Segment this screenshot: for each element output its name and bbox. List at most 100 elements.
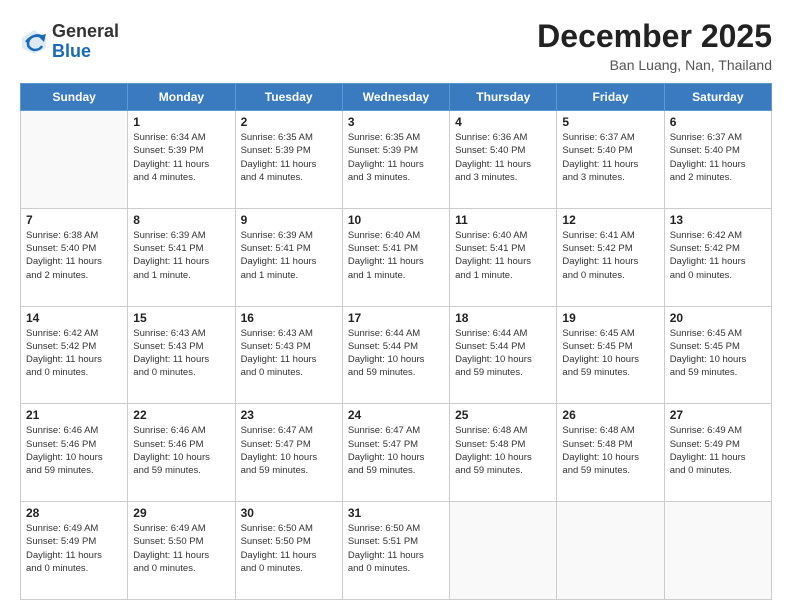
- day-number: 2: [241, 115, 337, 129]
- day-number: 17: [348, 311, 444, 325]
- day-info: Sunrise: 6:45 AMSunset: 5:45 PMDaylight:…: [670, 327, 766, 380]
- calendar-cell: [557, 502, 664, 600]
- day-info: Sunrise: 6:50 AMSunset: 5:50 PMDaylight:…: [241, 522, 337, 575]
- day-number: 27: [670, 408, 766, 422]
- day-number: 28: [26, 506, 122, 520]
- calendar-cell: 17Sunrise: 6:44 AMSunset: 5:44 PMDayligh…: [342, 306, 449, 404]
- day-number: 14: [26, 311, 122, 325]
- logo-icon: [20, 28, 48, 56]
- day-number: 7: [26, 213, 122, 227]
- day-number: 10: [348, 213, 444, 227]
- title-block: December 2025 Ban Luang, Nan, Thailand: [537, 18, 772, 73]
- calendar-cell: 29Sunrise: 6:49 AMSunset: 5:50 PMDayligh…: [128, 502, 235, 600]
- calendar-cell: 8Sunrise: 6:39 AMSunset: 5:41 PMDaylight…: [128, 208, 235, 306]
- calendar-cell: [21, 111, 128, 209]
- day-number: 30: [241, 506, 337, 520]
- calendar-week-3: 14 Sunrise: 6:42 AMSunset: 5:42 PMDayligh…: [21, 306, 772, 404]
- day-info: Sunrise: 6:35 AMSunset: 5:39 PMDaylight:…: [241, 131, 337, 184]
- day-info: Sunrise: 6:34 AMSunset: 5:39 PMDaylight:…: [133, 131, 229, 184]
- day-info: Sunrise: 6:41 AMSunset: 5:42 PMDaylight:…: [562, 229, 658, 282]
- day-number: 18: [455, 311, 551, 325]
- logo: General Blue: [20, 22, 119, 62]
- day-info: Sunrise: 6:42 AMSunset: 5:42 PMDaylight:…: [670, 229, 766, 282]
- day-number: 31: [348, 506, 444, 520]
- day-info: Sunrise: 6:45 AMSunset: 5:45 PMDaylight:…: [562, 327, 658, 380]
- day-number: 15: [133, 311, 229, 325]
- calendar-cell: 20 Sunrise: 6:45 AMSunset: 5:45 PMDayligh…: [664, 306, 771, 404]
- calendar-cell: 13 Sunrise: 6:42 AMSunset: 5:42 PMDayligh…: [664, 208, 771, 306]
- calendar-cell: 18 Sunrise: 6:44 AMSunset: 5:44 PMDayligh…: [450, 306, 557, 404]
- header: General Blue December 2025 Ban Luang, Na…: [20, 18, 772, 73]
- calendar-cell: 16 Sunrise: 6:43 AMSunset: 5:43 PMDayligh…: [235, 306, 342, 404]
- day-info: Sunrise: 6:39 AMSunset: 5:41 PMDaylight:…: [241, 229, 337, 282]
- calendar-cell: 3 Sunrise: 6:35 AMSunset: 5:39 PMDaylight…: [342, 111, 449, 209]
- day-info: Sunrise: 6:37 AMSunset: 5:40 PMDaylight:…: [670, 131, 766, 184]
- day-number: 21: [26, 408, 122, 422]
- calendar-cell: 15Sunrise: 6:43 AMSunset: 5:43 PMDayligh…: [128, 306, 235, 404]
- calendar-week-5: 28 Sunrise: 6:49 AMSunset: 5:49 PMDayligh…: [21, 502, 772, 600]
- header-saturday: Saturday: [664, 84, 771, 111]
- day-info: Sunrise: 6:40 AMSunset: 5:41 PMDaylight:…: [455, 229, 551, 282]
- calendar-week-1: 1 Sunrise: 6:34 AMSunset: 5:39 PMDaylight…: [21, 111, 772, 209]
- calendar-cell: 21Sunrise: 6:46 AMSunset: 5:46 PMDayligh…: [21, 404, 128, 502]
- day-number: 13: [670, 213, 766, 227]
- day-info: Sunrise: 6:49 AMSunset: 5:49 PMDaylight:…: [670, 424, 766, 477]
- day-info: Sunrise: 6:48 AMSunset: 5:48 PMDaylight:…: [562, 424, 658, 477]
- calendar-cell: 31 Sunrise: 6:50 AMSunset: 5:51 PMDayligh…: [342, 502, 449, 600]
- day-number: 26: [562, 408, 658, 422]
- calendar-cell: 6 Sunrise: 6:37 AMSunset: 5:40 PMDaylight…: [664, 111, 771, 209]
- calendar-cell: 12 Sunrise: 6:41 AMSunset: 5:42 PMDayligh…: [557, 208, 664, 306]
- month-title: December 2025: [537, 18, 772, 55]
- calendar-cell: 19Sunrise: 6:45 AMSunset: 5:45 PMDayligh…: [557, 306, 664, 404]
- day-info: Sunrise: 6:48 AMSunset: 5:48 PMDaylight:…: [455, 424, 551, 477]
- logo-text: General Blue: [52, 22, 119, 62]
- calendar-cell: 2 Sunrise: 6:35 AMSunset: 5:39 PMDaylight…: [235, 111, 342, 209]
- day-number: 9: [241, 213, 337, 227]
- day-number: 3: [348, 115, 444, 129]
- calendar-cell: 25Sunrise: 6:48 AMSunset: 5:48 PMDayligh…: [450, 404, 557, 502]
- calendar-cell: 27 Sunrise: 6:49 AMSunset: 5:49 PMDayligh…: [664, 404, 771, 502]
- calendar-week-2: 7Sunrise: 6:38 AMSunset: 5:40 PMDaylight…: [21, 208, 772, 306]
- header-friday: Friday: [557, 84, 664, 111]
- day-number: 20: [670, 311, 766, 325]
- header-monday: Monday: [128, 84, 235, 111]
- calendar-cell: 22 Sunrise: 6:46 AMSunset: 5:46 PMDayligh…: [128, 404, 235, 502]
- calendar-cell: 7Sunrise: 6:38 AMSunset: 5:40 PMDaylight…: [21, 208, 128, 306]
- day-info: Sunrise: 6:46 AMSunset: 5:46 PMDaylight:…: [133, 424, 229, 477]
- day-number: 23: [241, 408, 337, 422]
- day-number: 4: [455, 115, 551, 129]
- calendar-cell: 5Sunrise: 6:37 AMSunset: 5:40 PMDaylight…: [557, 111, 664, 209]
- day-number: 1: [133, 115, 229, 129]
- calendar-table: Sunday Monday Tuesday Wednesday Thursday…: [20, 83, 772, 600]
- calendar-week-4: 21 Sunrise: 6:46 AMSunset: 5:46 PMDayligh…: [21, 404, 772, 502]
- logo-blue: Blue: [52, 41, 91, 61]
- calendar-header-row: Sunday Monday Tuesday Wednesday Thursday…: [21, 84, 772, 111]
- day-number: 6: [670, 115, 766, 129]
- day-number: 11: [455, 213, 551, 227]
- day-info: Sunrise: 6:47 AMSunset: 5:47 PMDaylight:…: [348, 424, 444, 477]
- day-number: 12: [562, 213, 658, 227]
- day-info: Sunrise: 6:37 AMSunset: 5:40 PMDaylight:…: [562, 131, 658, 184]
- calendar-cell: [664, 502, 771, 600]
- day-info: Sunrise: 6:49 AMSunset: 5:49 PMDaylight:…: [26, 522, 122, 575]
- day-info: Sunrise: 6:39 AMSunset: 5:41 PMDaylight:…: [133, 229, 229, 282]
- calendar-cell: 26 Sunrise: 6:48 AMSunset: 5:48 PMDayligh…: [557, 404, 664, 502]
- calendar-cell: 11 Sunrise: 6:40 AMSunset: 5:41 PMDayligh…: [450, 208, 557, 306]
- page: General Blue December 2025 Ban Luang, Na…: [0, 0, 792, 612]
- day-info: Sunrise: 6:36 AMSunset: 5:40 PMDaylight:…: [455, 131, 551, 184]
- calendar-cell: 23Sunrise: 6:47 AMSunset: 5:47 PMDayligh…: [235, 404, 342, 502]
- day-info: Sunrise: 6:50 AMSunset: 5:51 PMDaylight:…: [348, 522, 444, 575]
- day-info: Sunrise: 6:44 AMSunset: 5:44 PMDaylight:…: [455, 327, 551, 380]
- day-info: Sunrise: 6:43 AMSunset: 5:43 PMDaylight:…: [241, 327, 337, 380]
- header-tuesday: Tuesday: [235, 84, 342, 111]
- day-info: Sunrise: 6:35 AMSunset: 5:39 PMDaylight:…: [348, 131, 444, 184]
- calendar-cell: 30 Sunrise: 6:50 AMSunset: 5:50 PMDayligh…: [235, 502, 342, 600]
- day-number: 16: [241, 311, 337, 325]
- calendar-cell: 9 Sunrise: 6:39 AMSunset: 5:41 PMDaylight…: [235, 208, 342, 306]
- day-number: 29: [133, 506, 229, 520]
- calendar-cell: 14 Sunrise: 6:42 AMSunset: 5:42 PMDayligh…: [21, 306, 128, 404]
- day-info: Sunrise: 6:40 AMSunset: 5:41 PMDaylight:…: [348, 229, 444, 282]
- calendar-cell: 24Sunrise: 6:47 AMSunset: 5:47 PMDayligh…: [342, 404, 449, 502]
- day-number: 22: [133, 408, 229, 422]
- day-info: Sunrise: 6:42 AMSunset: 5:42 PMDaylight:…: [26, 327, 122, 380]
